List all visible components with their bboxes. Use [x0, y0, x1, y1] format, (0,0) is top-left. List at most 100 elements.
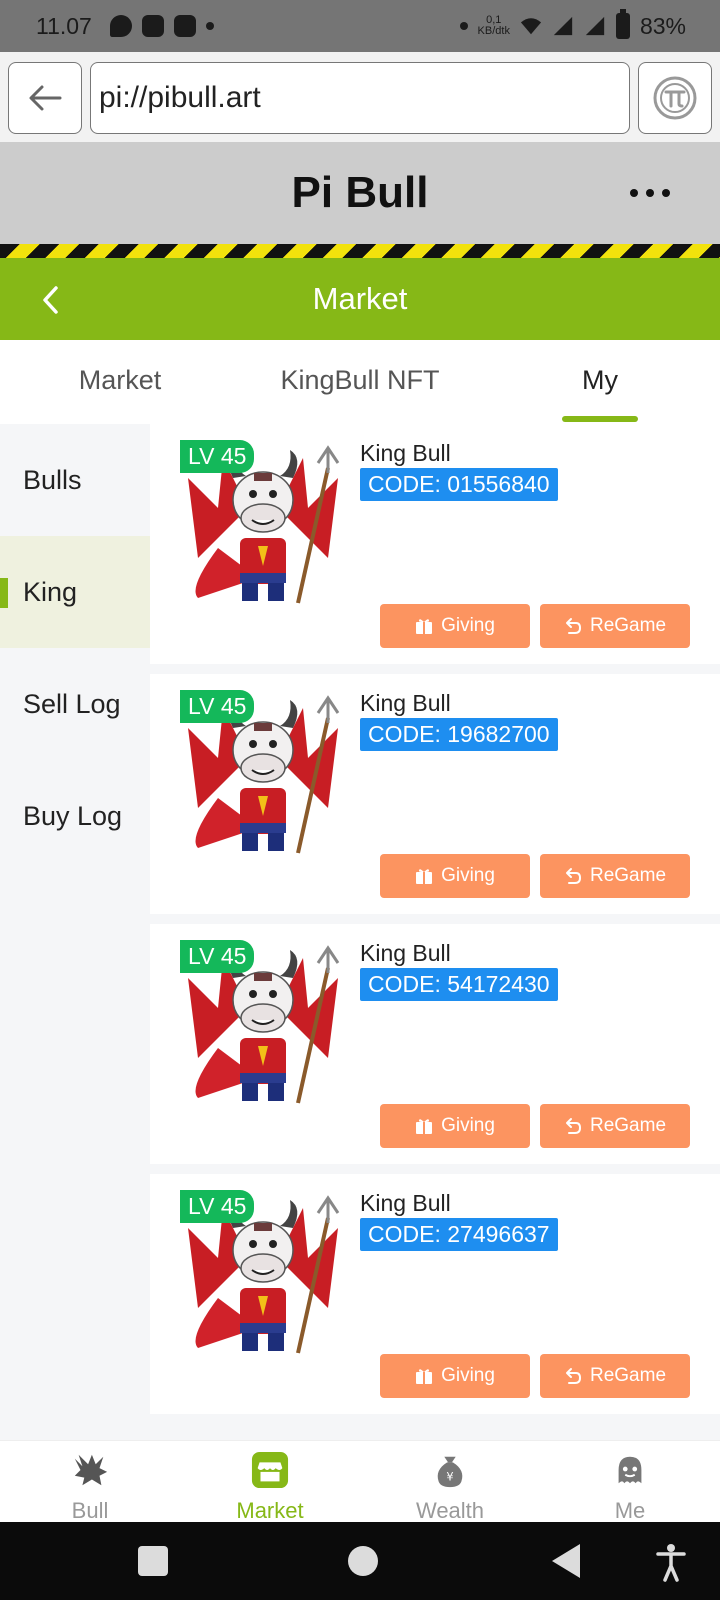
level-badge: LV 45	[180, 440, 255, 473]
bull-card: LV 45 King Bull CODE: 54172430 Giving Re…	[150, 924, 720, 1164]
app-title: Pi Bull	[291, 168, 429, 217]
browser-bar: pi://pibull.art	[0, 52, 720, 142]
bull-name: King Bull	[360, 690, 451, 716]
user-icon	[618, 1456, 642, 1484]
recent-apps-button[interactable]	[138, 1546, 168, 1576]
tab-bar: Market KingBull NFT My	[0, 340, 720, 424]
dot-icon	[662, 189, 670, 197]
regame-button-label: ReGame	[589, 1365, 667, 1386]
bull-card: LV 45 King Bull CODE: 01556840 Giving Re…	[150, 424, 720, 664]
browser-back-button[interactable]	[8, 62, 82, 134]
network-speed: 0,1 KB/dtk	[478, 15, 510, 37]
bull-name: King Bull	[360, 940, 451, 966]
regame-button-label: ReGame	[589, 615, 667, 636]
regame-button[interactable]: ReGame	[540, 1104, 690, 1148]
level-badge: LV 45	[180, 690, 255, 723]
bull-icon	[74, 1454, 108, 1486]
bull-card: LV 45 King Bull CODE: 27496637 Giving Re…	[150, 1174, 720, 1414]
signal-icon	[585, 16, 605, 36]
undo-icon	[565, 1368, 581, 1384]
giving-button-label: Giving	[441, 1365, 495, 1386]
undo-icon	[565, 618, 581, 634]
gift-icon	[416, 869, 433, 884]
level-badge: LV 45	[180, 940, 255, 973]
back-button[interactable]	[30, 280, 70, 320]
page-header: Market	[0, 258, 720, 340]
giving-button[interactable]: Giving	[380, 1354, 530, 1398]
dot-icon	[630, 189, 638, 197]
arrow-left-icon	[29, 85, 62, 111]
svg-text:¥: ¥	[446, 1469, 453, 1483]
shop-notification-icon	[141, 15, 164, 37]
chevron-left-icon	[43, 286, 58, 314]
nav-label-wealth: Wealth	[415, 1498, 485, 1523]
bull-name: King Bull	[360, 1190, 451, 1216]
regame-button[interactable]: ReGame	[540, 1354, 690, 1398]
giving-button[interactable]: Giving	[380, 854, 530, 898]
more-options-button[interactable]	[630, 178, 670, 208]
active-tab-indicator	[562, 416, 638, 422]
side-item-king[interactable]: King	[0, 536, 150, 648]
tab-market[interactable]: Market	[0, 340, 240, 424]
giving-button-label: Giving	[441, 615, 495, 636]
market-icon	[251, 1451, 289, 1489]
battery-icon	[615, 9, 630, 39]
giving-button-label: Giving	[441, 1115, 495, 1136]
nav-item-bull[interactable]: Bull	[0, 1441, 180, 1523]
signal-icon	[553, 16, 573, 36]
undo-icon	[565, 1118, 581, 1134]
bull-code-badge: CODE: 19682700	[360, 718, 558, 751]
status-bar: 11.07 0,1 KB/dtk 83%	[0, 0, 720, 52]
gift-icon	[416, 1369, 433, 1384]
bull-code-badge: CODE: 01556840	[360, 468, 558, 501]
nav-item-me[interactable]: Me	[540, 1441, 720, 1523]
side-item-sell-log[interactable]: Sell Log	[0, 648, 150, 760]
accessibility-icon[interactable]	[656, 1542, 686, 1582]
page-title: Market	[312, 281, 408, 316]
wifi-icon	[520, 18, 542, 35]
nav-label-bull: Bull	[71, 1498, 109, 1523]
side-item-bulls[interactable]: Bulls	[0, 424, 150, 536]
shop-notification-icon	[173, 15, 196, 37]
giving-button[interactable]: Giving	[380, 604, 530, 648]
chat-notification-icon	[109, 15, 132, 37]
tab-kingbull-nft[interactable]: KingBull NFT	[240, 340, 480, 424]
level-badge: LV 45	[180, 1190, 255, 1223]
side-item-buy-log[interactable]: Buy Log	[0, 760, 150, 872]
app-header: Pi Bull	[0, 142, 720, 244]
tab-my[interactable]: My	[480, 340, 720, 424]
status-time: 11.07	[36, 12, 92, 39]
bull-name: King Bull	[360, 440, 451, 466]
regame-button-label: ReGame	[589, 1115, 667, 1136]
system-back-button[interactable]	[552, 1544, 580, 1578]
home-button[interactable]	[348, 1546, 378, 1576]
nav-label-market: Market	[236, 1498, 304, 1523]
nav-item-market[interactable]: Market	[180, 1441, 360, 1523]
gift-icon	[416, 619, 433, 634]
dot-icon	[459, 22, 468, 30]
regame-button-label: ReGame	[589, 865, 667, 886]
nav-label-me: Me	[614, 1498, 646, 1523]
network-speed-unit: KB/dtk	[477, 25, 510, 37]
side-menu: Bulls King Sell Log Buy Log	[0, 424, 150, 1440]
hazard-stripe-divider	[0, 244, 720, 258]
bull-code-badge: CODE: 27496637	[360, 1218, 558, 1251]
pi-browser-button[interactable]	[638, 62, 712, 134]
bull-code-badge: CODE: 54172430	[360, 968, 558, 1001]
android-nav-bar	[0, 1522, 720, 1600]
regame-button[interactable]: ReGame	[540, 604, 690, 648]
giving-button[interactable]: Giving	[380, 1104, 530, 1148]
money-bag-icon: ¥	[437, 1456, 463, 1488]
gift-icon	[416, 1119, 433, 1134]
url-field[interactable]: pi://pibull.art	[90, 62, 630, 134]
regame-button[interactable]: ReGame	[540, 854, 690, 898]
dot-icon	[646, 189, 654, 197]
battery-percent: 83%	[639, 12, 686, 39]
nav-item-wealth[interactable]: ¥ Wealth	[360, 1441, 540, 1523]
undo-icon	[565, 868, 581, 884]
more-notifications-icon	[205, 22, 214, 30]
pi-logo-icon	[653, 76, 697, 120]
giving-button-label: Giving	[441, 865, 495, 886]
bottom-nav: Bull Market ¥ Wealth Me	[0, 1440, 720, 1523]
bull-card: LV 45 King Bull CODE: 19682700 Giving Re…	[150, 674, 720, 914]
